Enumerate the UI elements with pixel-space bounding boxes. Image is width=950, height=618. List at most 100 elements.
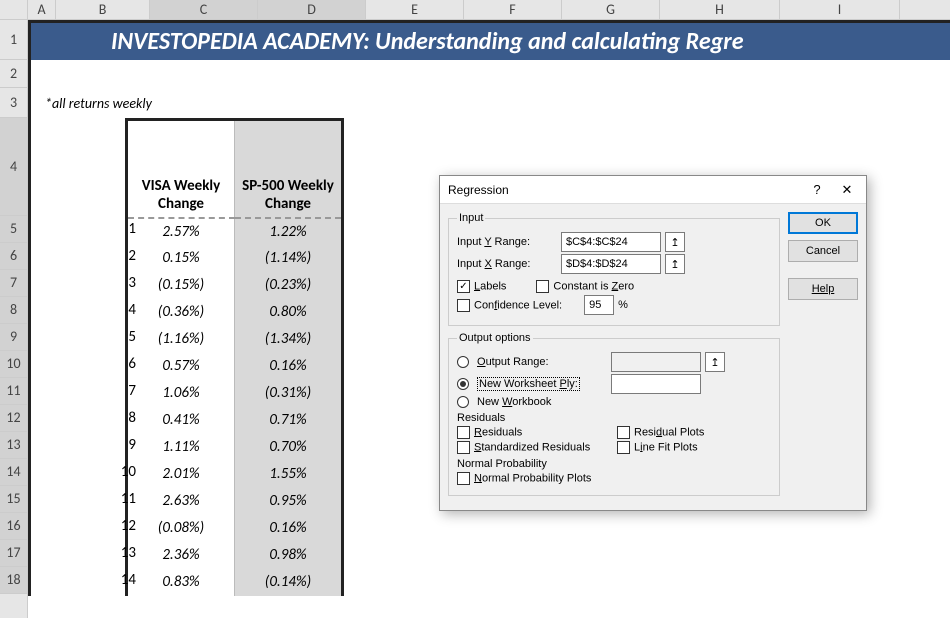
row-index[interactable]: 7 (88, 382, 136, 400)
row-header-13[interactable]: 13 (0, 432, 27, 459)
cell-sp500[interactable]: 1.55% (235, 461, 343, 488)
row-index[interactable]: 14 (88, 571, 136, 589)
cell-sp500[interactable]: 1.22% (235, 218, 343, 245)
row-index[interactable]: 4 (88, 301, 136, 319)
cell-visa[interactable]: 2.36% (127, 542, 235, 569)
cell-sp500[interactable]: 0.71% (235, 407, 343, 434)
row-index[interactable]: 10 (88, 463, 136, 481)
output-range-input[interactable] (611, 352, 701, 372)
row-header-18[interactable]: 18 (0, 567, 27, 594)
col-header-sp500[interactable]: SP-500 Weekly Change (235, 120, 343, 218)
new-workbook-radio[interactable] (457, 396, 469, 408)
cell-visa[interactable]: 0.83% (127, 569, 235, 596)
col-header-visa[interactable]: VISA Weekly Change (127, 120, 235, 218)
ok-button[interactable]: OK (788, 212, 858, 234)
row-header-9[interactable]: 9 (0, 324, 27, 351)
table-row[interactable]: (0.15%)(0.23%) (127, 272, 343, 299)
row-index[interactable]: 12 (88, 517, 136, 535)
row-header-16[interactable]: 16 (0, 513, 27, 540)
range-picker-icon[interactable]: ↥ (665, 232, 685, 252)
cell-visa[interactable]: (1.16%) (127, 326, 235, 353)
constant-zero-checkbox[interactable]: Constant is Zero (536, 280, 634, 293)
table-row[interactable]: (0.08%)0.16% (127, 515, 343, 542)
row-header-8[interactable]: 8 (0, 297, 27, 324)
row-header-12[interactable]: 12 (0, 405, 27, 432)
cell-sp500[interactable]: 0.16% (235, 353, 343, 380)
normal-probability-checkbox[interactable]: Normal Probability Plots (457, 472, 591, 485)
cell-sp500[interactable]: (1.34%) (235, 326, 343, 353)
col-header-G[interactable]: G (562, 0, 660, 19)
output-range-radio[interactable] (457, 356, 469, 368)
select-all-corner[interactable] (0, 0, 28, 19)
cell-sp500[interactable]: 0.80% (235, 299, 343, 326)
row-index[interactable]: 11 (88, 490, 136, 508)
cell-visa[interactable]: (0.15%) (127, 272, 235, 299)
row-header-1[interactable]: 1 (0, 20, 27, 60)
cell-visa[interactable]: 1.11% (127, 434, 235, 461)
table-row[interactable]: 2.63%0.95% (127, 488, 343, 515)
dialog-titlebar[interactable]: Regression ? ✕ (440, 176, 866, 204)
cell-sp500[interactable]: 0.70% (235, 434, 343, 461)
row-header-3[interactable]: 3 (0, 88, 27, 118)
range-picker-icon[interactable]: ↥ (705, 352, 725, 372)
table-row[interactable]: (0.36%)0.80% (127, 299, 343, 326)
cells-area[interactable]: INVESTOPEDIA ACADEMY: Understanding and … (28, 20, 950, 618)
input-x-range[interactable] (561, 254, 661, 274)
cell-sp500[interactable]: 0.95% (235, 488, 343, 515)
row-header-11[interactable]: 11 (0, 378, 27, 405)
row-index[interactable]: 1 (88, 220, 136, 238)
confidence-checkbox[interactable]: Confidence Level: (457, 299, 562, 312)
table-row[interactable]: 0.57%0.16% (127, 353, 343, 380)
row-index[interactable]: 6 (88, 355, 136, 373)
table-row[interactable]: (1.16%)(1.34%) (127, 326, 343, 353)
cell-sp500[interactable]: (0.31%) (235, 380, 343, 407)
row-header-4[interactable]: 4 (0, 118, 27, 216)
table-row[interactable]: 0.41%0.71% (127, 407, 343, 434)
cell-visa[interactable]: 2.01% (127, 461, 235, 488)
table-row[interactable]: 0.15%(1.14%) (127, 245, 343, 272)
help-icon[interactable]: ? (802, 182, 832, 197)
input-y-range[interactable] (561, 232, 661, 252)
row-header-7[interactable]: 7 (0, 270, 27, 297)
row-index[interactable]: 3 (88, 274, 136, 292)
cancel-button[interactable]: Cancel (788, 240, 858, 262)
cell-sp500[interactable]: 0.98% (235, 542, 343, 569)
row-header-2[interactable]: 2 (0, 60, 27, 88)
new-worksheet-radio[interactable] (457, 378, 469, 390)
row-header-6[interactable]: 6 (0, 243, 27, 270)
help-button[interactable]: Help (788, 278, 858, 300)
table-row[interactable]: 2.57%1.22% (127, 218, 343, 245)
col-header-C[interactable]: C (150, 0, 258, 19)
cell-visa[interactable]: 1.06% (127, 380, 235, 407)
col-header-H[interactable]: H (660, 0, 780, 19)
residual-plots-checkbox[interactable]: Residual Plots (617, 426, 704, 439)
range-picker-icon[interactable]: ↥ (665, 254, 685, 274)
cell-sp500[interactable]: (0.14%) (235, 569, 343, 596)
table-row[interactable]: 2.01%1.55% (127, 461, 343, 488)
col-header-F[interactable]: F (464, 0, 562, 19)
line-fit-plots-checkbox[interactable]: Line Fit Plots (617, 441, 698, 454)
cell-visa[interactable]: 2.63% (127, 488, 235, 515)
row-header-10[interactable]: 10 (0, 351, 27, 378)
table-row[interactable]: 1.06%(0.31%) (127, 380, 343, 407)
row-index[interactable]: 9 (88, 436, 136, 454)
row-header-14[interactable]: 14 (0, 459, 27, 486)
cell-visa[interactable]: 0.41% (127, 407, 235, 434)
cell-sp500[interactable]: 0.16% (235, 515, 343, 542)
row-index[interactable]: 2 (88, 247, 136, 265)
cell-visa[interactable]: 0.15% (127, 245, 235, 272)
confidence-input[interactable] (584, 295, 614, 315)
residuals-checkbox[interactable]: Residuals (457, 426, 617, 439)
cell-visa[interactable]: 2.57% (127, 218, 235, 245)
table-row[interactable]: 1.11%0.70% (127, 434, 343, 461)
col-header-E[interactable]: E (366, 0, 464, 19)
col-header-B[interactable]: B (56, 0, 150, 19)
col-header-I[interactable]: I (780, 0, 900, 19)
row-header-17[interactable]: 17 (0, 540, 27, 567)
row-index[interactable]: 13 (88, 544, 136, 562)
col-header-D[interactable]: D (258, 0, 366, 19)
row-index[interactable]: 5 (88, 328, 136, 346)
cell-sp500[interactable]: (0.23%) (235, 272, 343, 299)
labels-checkbox[interactable]: ✓Labels (457, 280, 506, 293)
cell-visa[interactable]: (0.08%) (127, 515, 235, 542)
